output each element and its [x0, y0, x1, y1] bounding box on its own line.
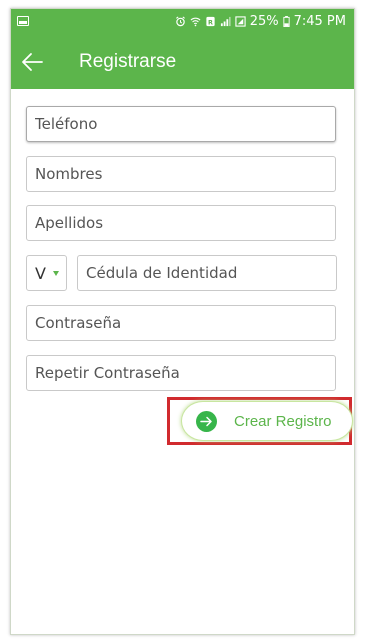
- page-title: Registrarse: [79, 51, 177, 72]
- image-notification-icon: [17, 16, 29, 26]
- status-bar: R 25% 7:45 PM: [11, 9, 354, 37]
- arrow-left-icon: [22, 53, 43, 71]
- arrow-right-circle-icon: [196, 410, 217, 432]
- status-right-group: R 25% 7:45 PM: [175, 14, 346, 29]
- id-type-value: V: [35, 263, 46, 283]
- back-button[interactable]: [19, 49, 45, 75]
- clock-time: 7:45 PM: [293, 14, 346, 29]
- cedula-input[interactable]: [77, 255, 337, 291]
- data-indicator-icon: R: [205, 16, 216, 27]
- alarm-icon: [175, 16, 186, 27]
- nombres-input[interactable]: [26, 156, 336, 192]
- svg-text:R: R: [208, 18, 213, 26]
- id-type-select[interactable]: V: [26, 255, 67, 291]
- app-bar: Registrarse: [11, 37, 354, 89]
- battery-percent: 25%: [249, 14, 279, 29]
- repetir-contrasena-input[interactable]: [26, 355, 336, 391]
- telefono-input[interactable]: [26, 106, 336, 142]
- crear-registro-button[interactable]: Crear Registro: [181, 401, 353, 441]
- signal-box-icon: [235, 16, 246, 27]
- wifi-icon: [190, 16, 201, 27]
- caret-down-icon: [52, 270, 59, 276]
- crear-registro-label: Crear Registro: [234, 412, 332, 430]
- battery-icon: [282, 16, 290, 27]
- app-frame: R 25% 7:45 PM Registrarse V: [10, 8, 355, 635]
- signal-icon: [220, 16, 231, 27]
- contrasena-input[interactable]: [26, 305, 336, 341]
- apellidos-input[interactable]: [26, 205, 336, 241]
